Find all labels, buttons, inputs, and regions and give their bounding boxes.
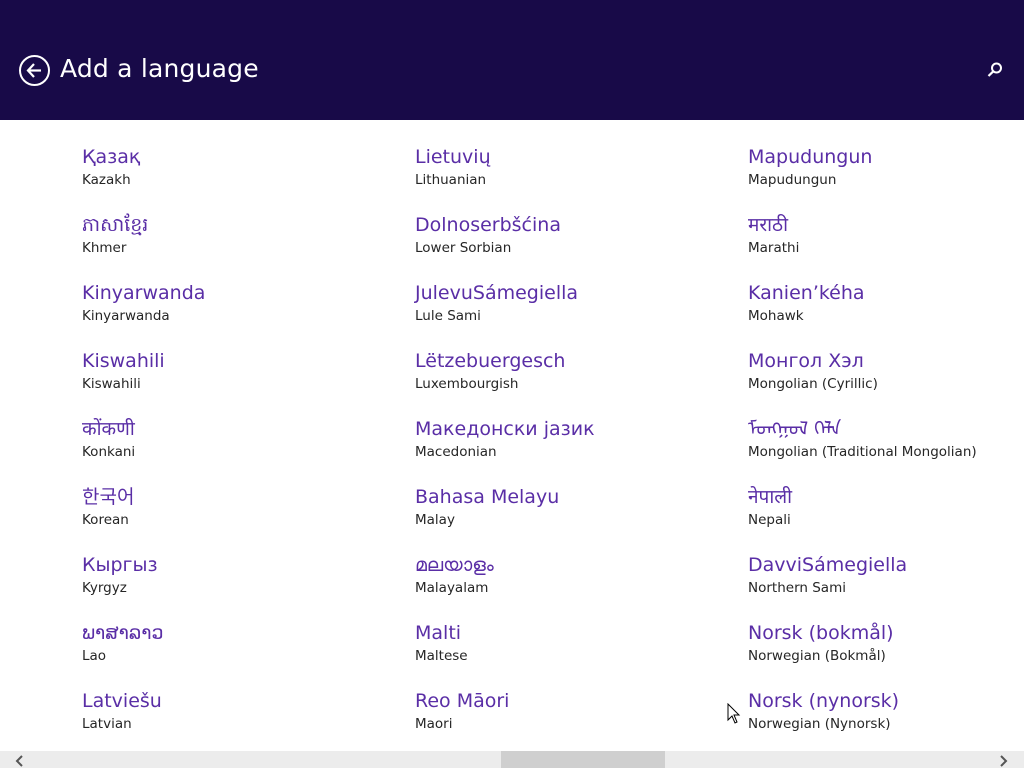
language-item[interactable]: नेपाली Nepali [748,485,792,529]
language-english-name: Mohawk [748,308,804,324]
language-english-name: Luxembourgish [415,376,519,392]
language-native-name: Mapudungun [748,146,873,168]
language-english-name: Malay [415,512,455,528]
language-native-name: Malti [415,622,462,644]
language-item[interactable]: Mapudungun Mapudungun [748,145,872,189]
language-item[interactable]: Қазақ Kazakh [82,145,140,189]
language-native-name: JulevuSámegiella [415,282,579,304]
language-item[interactable]: Монгол Хэл Mongolian (Cyrillic) [748,349,878,393]
language-native-name: Norsk (bokmål) [748,622,894,644]
language-item[interactable]: ພາສາລາວ Lao [82,621,163,665]
horizontal-scrollbar[interactable] [0,751,1024,768]
language-english-name: Lao [82,648,107,664]
language-english-name: Maori [415,716,453,732]
chevron-right-icon [1000,755,1008,767]
back-button[interactable] [19,55,50,86]
language-english-name: Malayalam [415,580,489,596]
language-english-name: Lithuanian [415,172,487,188]
language-english-name: Kyrgyz [82,580,127,596]
language-native-name: Norsk (nynorsk) [748,690,900,712]
search-icon [987,62,1002,77]
language-item[interactable]: कोंकणी Konkani [82,417,135,461]
language-native-name: DavviSámegiella [748,554,908,576]
scroll-right-button[interactable] [995,753,1011,767]
language-english-name: Mongolian (Traditional Mongolian) [748,444,977,460]
language-native-name: Lëtzebuergesch [415,350,566,372]
language-list: Қазақ Kazakh ភាសាខ្មែរ Khmer Kinyarwanda Kiny… [0,120,1024,752]
language-native-name: Kinyarwanda [82,282,206,304]
language-item[interactable]: Македонски јазик Macedonian [415,417,595,461]
language-item[interactable]: Lëtzebuergesch Luxembourgish [415,349,565,393]
language-english-name: Kazakh [82,172,131,188]
language-native-name: Reo Māori [415,690,510,712]
language-native-name: Kanien’kéha [748,282,865,304]
language-item[interactable]: Norsk (bokmål) Norwegian (Bokmål) [748,621,894,665]
language-english-name: Kiswahili [82,376,141,392]
language-english-name: Nepali [748,512,791,528]
language-item[interactable]: 한국어 Korean [82,485,134,529]
language-item[interactable]: Reo Māori Maori [415,689,509,733]
language-english-name: Northern Sami [748,580,846,596]
app-header: Add a language [0,0,1024,120]
language-native-name: ភាសាខ្មែរ [82,214,149,236]
language-native-name: मराठी [748,214,789,236]
language-english-name: Norwegian (Bokmål) [748,648,886,664]
language-english-name: Lower Sorbian [415,240,512,256]
language-native-name: Македонски јазик [415,418,595,440]
language-english-name: Khmer [82,240,127,256]
language-english-name: Maltese [415,648,468,664]
language-native-name: कोंकणी [82,418,135,440]
language-english-name: Macedonian [415,444,497,460]
language-english-name: Mongolian (Cyrillic) [748,376,878,392]
language-item[interactable]: Dolnoserbšćina Lower Sorbian [415,213,561,257]
chevron-left-icon [15,755,23,767]
language-english-name: Mapudungun [748,172,837,188]
language-item[interactable]: Lietuvių Lithuanian [415,145,491,189]
language-item[interactable]: മലയാളം Malayalam [415,553,494,597]
language-native-name: ພາສາລາວ [82,622,164,644]
scroll-left-button[interactable] [12,753,28,767]
language-english-name: Kinyarwanda [82,308,170,324]
back-arrow-circle-icon [26,63,41,78]
language-item[interactable]: DavviSámegiella Northern Sami [748,553,907,597]
language-english-name: Norwegian (Nynorsk) [748,716,891,732]
language-native-name: Dolnoserbšćina [415,214,561,236]
language-item[interactable]: Latviešu Latvian [82,689,162,733]
language-native-name: ᠮᠣᠩᠭᠣᠯ ᠬᠡᠯᠡ [748,418,842,440]
language-item[interactable]: Norsk (nynorsk) Norwegian (Nynorsk) [748,689,899,733]
language-native-name: Қазақ [82,146,141,168]
language-native-name: Latviešu [82,690,162,712]
language-item[interactable]: Кыргыз Kyrgyz [82,553,158,597]
language-item[interactable]: Malti Maltese [415,621,468,665]
scrollbar-thumb[interactable] [501,751,665,768]
language-item[interactable]: ភាសាខ្មែរ Khmer [82,213,148,257]
language-english-name: Lule Sami [415,308,481,324]
language-item[interactable]: Kanien’kéha Mohawk [748,281,865,325]
language-english-name: Marathi [748,240,800,256]
language-english-name: Latvian [82,716,132,732]
page-title: Add a language [60,54,259,83]
language-native-name: नेपाली [748,486,793,508]
language-item[interactable]: Bahasa Melayu Malay [415,485,559,529]
language-item[interactable]: JulevuSámegiella Lule Sami [415,281,578,325]
language-item[interactable]: Kiswahili Kiswahili [82,349,165,393]
mouse-cursor-icon [727,703,741,724]
language-item[interactable]: Kinyarwanda Kinyarwanda [82,281,205,325]
language-native-name: Кыргыз [82,554,158,576]
language-native-name: Монгол Хэл [748,350,864,372]
language-native-name: 한국어 [82,486,135,508]
language-native-name: Lietuvių [415,146,491,168]
language-native-name: Bahasa Melayu [415,486,560,508]
language-english-name: Korean [82,512,129,528]
language-native-name: Kiswahili [82,350,165,372]
language-english-name: Konkani [82,444,136,460]
search-button[interactable] [985,60,1005,80]
language-item[interactable]: ᠮᠣᠩᠭᠣᠯ ᠬᠡᠯᠡ Mongolian (Traditional Mongol… [748,417,977,461]
language-native-name: മലയാളം [415,554,494,576]
language-item[interactable]: मराठी Marathi [748,213,799,257]
